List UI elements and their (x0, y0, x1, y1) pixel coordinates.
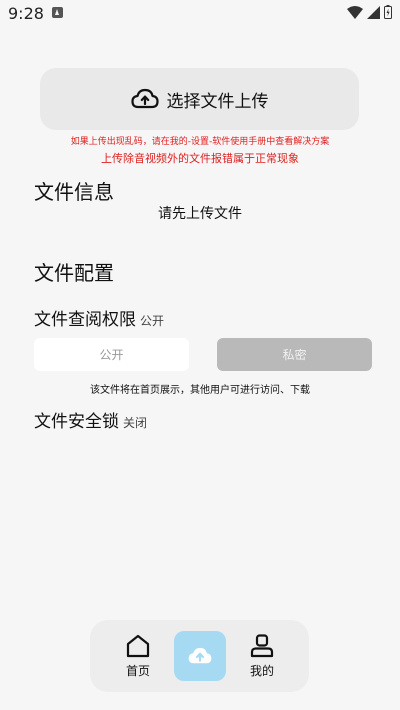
status-time: 9:28 (8, 4, 44, 23)
upload-page: 9:28 选择文件上传 如果上传出现乱码，请在我的-设置-软件使用手册中查看解决… (0, 0, 400, 710)
battery-icon (384, 5, 392, 19)
security-lock-row[interactable]: 文件安全锁 关闭 (34, 407, 147, 432)
security-lock-label: 文件安全锁 (34, 412, 119, 432)
nav-upload[interactable] (174, 631, 226, 681)
select-file-upload-label: 选择文件上传 (166, 91, 269, 112)
permission-public-option[interactable]: 公开 (34, 338, 189, 371)
permission-private-option[interactable]: 私密 (217, 338, 372, 371)
file-info-title: 文件信息 (34, 180, 114, 204)
notification-icon (52, 7, 63, 18)
security-lock-state: 关闭 (123, 416, 148, 430)
cloud-upload-icon (130, 88, 159, 109)
nav-home-label: 首页 (125, 664, 150, 678)
status-icons (347, 5, 392, 19)
nav-mine[interactable]: 我的 (242, 630, 282, 685)
permission-label: 文件查阅权限 (34, 310, 136, 330)
garbled-text-warning: 如果上传出现乱码，请在我的-设置-软件使用手册中查看解决方案 (70, 137, 330, 147)
file-config-title: 文件配置 (34, 261, 114, 285)
select-file-upload-button[interactable]: 选择文件上传 (40, 68, 359, 130)
permission-description: 该文件将在首页展示，其他用户可进行访问、下载 (90, 385, 310, 396)
nav-mine-label: 我的 (249, 664, 274, 678)
status-bar: 9:28 (0, 0, 400, 30)
upload-error-notice: 上传除音视频外的文件报错属于正常现象 (101, 152, 299, 165)
nav-home[interactable]: 首页 (118, 630, 158, 685)
file-info-empty-text: 请先上传文件 (158, 206, 242, 222)
wifi-icon (347, 5, 363, 19)
signal-icon (367, 5, 380, 19)
home-icon (126, 634, 150, 658)
permission-current-value: 公开 (140, 314, 165, 328)
person-icon (250, 634, 274, 658)
cloud-upload-icon (188, 647, 212, 664)
permission-row: 文件查阅权限 公开 (34, 305, 164, 330)
bottom-nav: 首页 我的 (90, 620, 309, 692)
